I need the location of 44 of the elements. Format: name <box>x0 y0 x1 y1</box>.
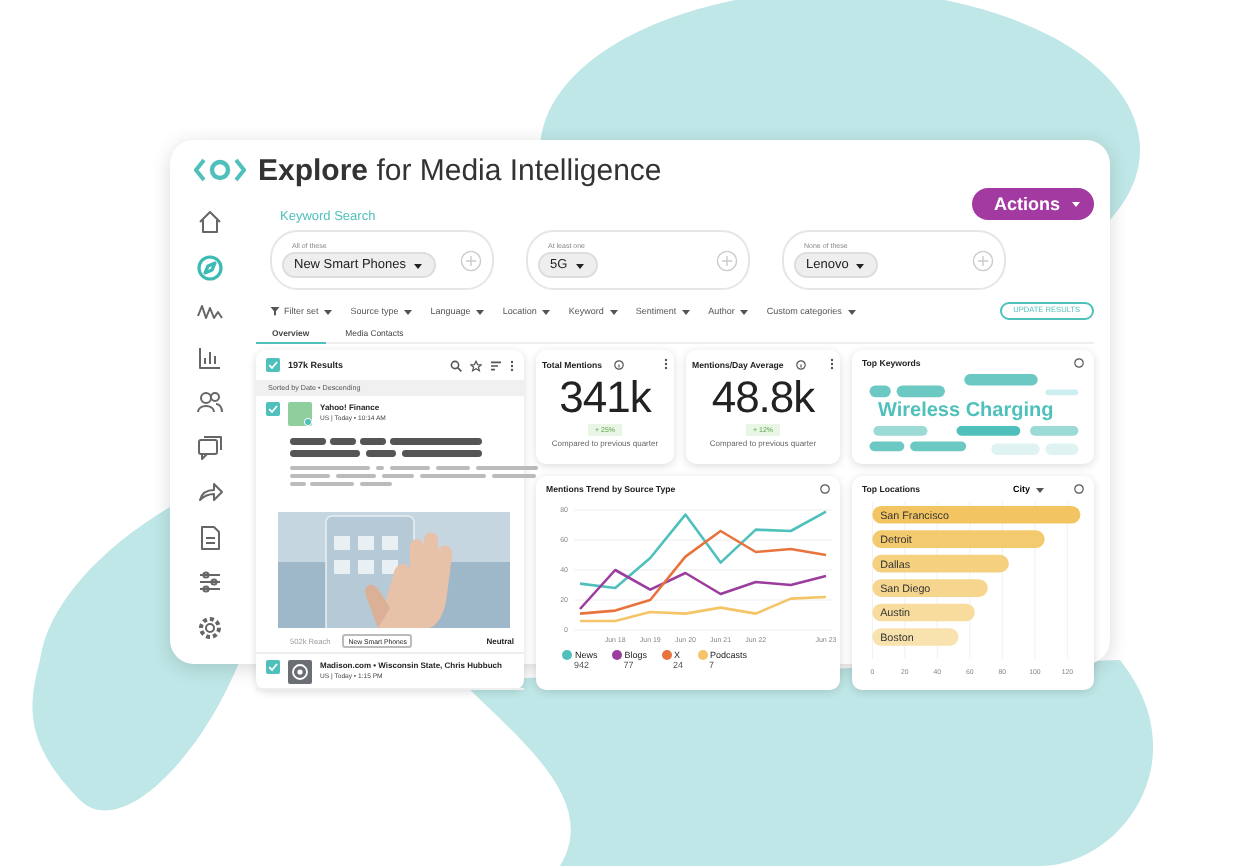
search-icon[interactable] <box>450 359 462 371</box>
sort-icon[interactable] <box>490 359 502 371</box>
caret-icon <box>607 305 618 315</box>
bar <box>872 554 1009 573</box>
metric-value: 341k <box>559 374 651 422</box>
caret-icon <box>854 259 867 271</box>
caret-icon <box>402 305 413 315</box>
settings-icon[interactable] <box>196 568 224 596</box>
caret-icon <box>680 305 691 315</box>
app-title: Explore for Media Intelligence <box>258 153 662 187</box>
people-icon[interactable] <box>196 388 224 416</box>
bar <box>872 628 959 646</box>
settings-icon[interactable] <box>196 613 224 641</box>
document-icon[interactable] <box>196 523 224 551</box>
checkbox[interactable] <box>266 402 280 416</box>
chat-icon[interactable] <box>196 433 224 461</box>
info-icon[interactable] <box>1074 484 1084 494</box>
filter-icon <box>270 305 280 315</box>
caret-icon <box>412 259 424 271</box>
info-icon[interactable] <box>614 359 624 369</box>
actions-button[interactable]: Actions <box>971 188 1094 220</box>
info-icon[interactable] <box>820 484 830 494</box>
bar-chart-icon[interactable] <box>196 343 224 371</box>
bar <box>872 579 988 597</box>
caret-icon <box>738 305 749 315</box>
caret-icon <box>540 305 551 315</box>
checkbox[interactable] <box>266 358 280 372</box>
caret-icon <box>1034 484 1044 494</box>
logo-icon <box>194 158 246 182</box>
source-avatar-icon <box>288 660 312 684</box>
metric-value: 48.8k <box>711 374 815 422</box>
source-avatar-icon <box>288 402 312 426</box>
bar <box>872 603 975 622</box>
caret-icon <box>573 259 586 271</box>
caret-icon <box>1070 198 1082 210</box>
share-arrow-icon[interactable] <box>196 478 224 506</box>
caret-icon <box>845 305 856 315</box>
caret-icon <box>322 305 333 315</box>
info-icon[interactable] <box>1074 358 1084 368</box>
home-icon[interactable] <box>196 208 224 236</box>
info-icon[interactable] <box>795 359 806 369</box>
caret-icon <box>474 305 485 315</box>
checkbox[interactable] <box>266 660 280 674</box>
star-icon[interactable] <box>470 359 482 371</box>
